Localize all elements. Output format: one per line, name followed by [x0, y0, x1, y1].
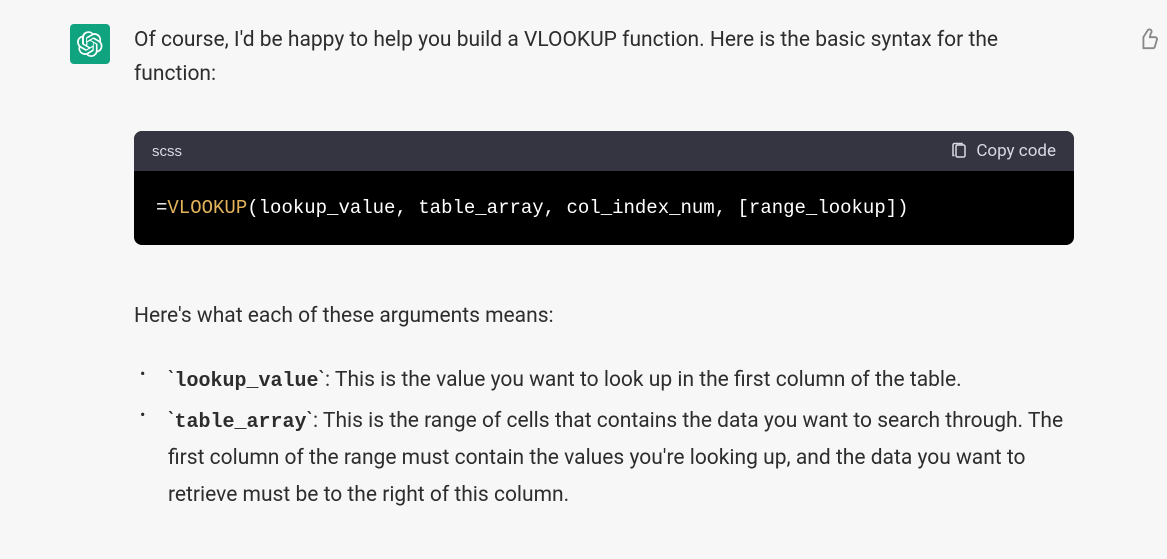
- code-header: scss Copy code: [134, 131, 1074, 171]
- arg-description: : This is the value you want to look up …: [325, 368, 962, 392]
- arguments-intro: Here's what each of these arguments mean…: [134, 300, 1074, 334]
- code-arguments: (lookup_value, table_array, col_index_nu…: [247, 197, 908, 219]
- list-item: `lookup_value`: This is the value you wa…: [164, 362, 1074, 399]
- thumbs-up-icon[interactable]: [1137, 28, 1159, 50]
- intro-paragraph: Of course, I'd be happy to help you buil…: [134, 24, 1074, 91]
- arg-name: table_array: [175, 411, 307, 434]
- arguments-list: `lookup_value`: This is the value you wa…: [134, 362, 1074, 514]
- list-item: `table_array`: This is the range of cell…: [164, 403, 1074, 514]
- copy-code-label: Copy code: [976, 141, 1056, 161]
- openai-logo-icon: [77, 31, 103, 57]
- code-content: =VLOOKUP(lookup_value, table_array, col_…: [134, 171, 1074, 245]
- code-function-name: VLOOKUP: [167, 197, 247, 219]
- assistant-message: Of course, I'd be happy to help you buil…: [0, 0, 1167, 517]
- copy-code-button[interactable]: Copy code: [950, 141, 1056, 161]
- code-block: scss Copy code =VLOOKUP(lookup_value, ta…: [134, 131, 1074, 245]
- code-equals: =: [156, 197, 167, 219]
- arg-name: lookup_value: [175, 370, 319, 393]
- clipboard-icon: [950, 142, 968, 160]
- code-language-label: scss: [152, 143, 182, 160]
- assistant-avatar: [70, 24, 110, 64]
- message-content: Of course, I'd be happy to help you buil…: [134, 24, 1114, 517]
